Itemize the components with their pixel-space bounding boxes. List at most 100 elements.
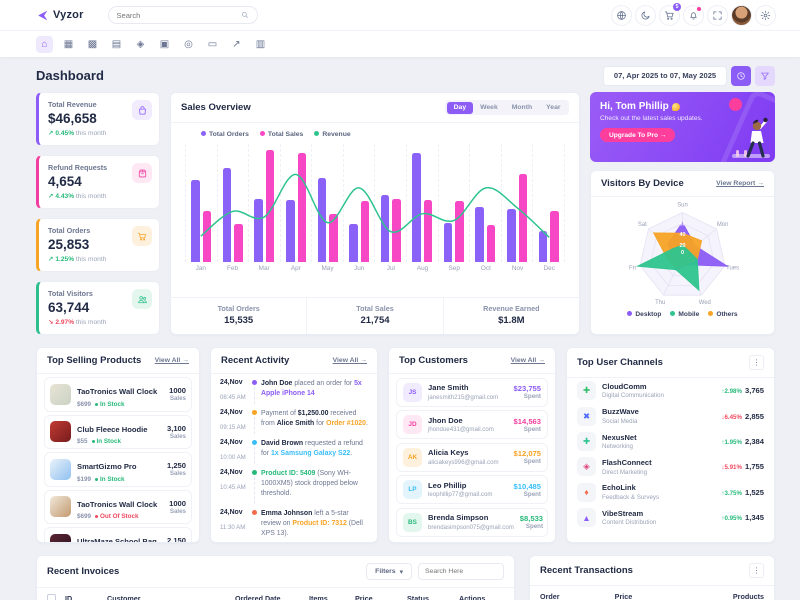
tab-year[interactable]: Year [539, 102, 567, 114]
globe-icon [616, 10, 627, 21]
channel-row[interactable]: ✚CloudCommDigital Communication↑2.98%3,7… [567, 378, 774, 403]
product-row[interactable]: UltraMaze School Bag$99In Stock2,150Sale… [44, 527, 192, 543]
bar-total-sales[interactable] [266, 150, 275, 262]
bar-total-sales[interactable] [455, 201, 464, 262]
bar-total-sales[interactable] [519, 174, 528, 262]
channels-menu-button[interactable]: ⋮ [749, 355, 764, 370]
nav-item-analytics[interactable]: ↗ [228, 36, 245, 53]
customer-avatar: JS [403, 383, 422, 402]
bar-total-sales[interactable] [424, 200, 433, 262]
product-row[interactable]: SmartGizmo Pro$199In Stock1,250Sales [44, 452, 192, 487]
user-avatar[interactable] [731, 5, 752, 26]
product-row[interactable]: TaoTronics Wall Clock$699In Stock1000Sal… [44, 377, 192, 412]
activity-item: 24,Nov09:15 AMPayment of $1,250.00 recei… [211, 404, 377, 434]
nav-item-products[interactable]: ▩ [84, 36, 101, 53]
tab-month[interactable]: Month [505, 102, 539, 114]
products-view-all-link[interactable]: View All → [155, 357, 189, 364]
notifications-button[interactable] [683, 5, 704, 26]
filters-button[interactable]: Filters▾ [366, 563, 412, 580]
invoice-search-input[interactable] [418, 563, 504, 580]
channel-row[interactable]: ♦EchoLinkFeedback & Surveys↑3.75%1,525 [567, 480, 774, 505]
bar-total-orders[interactable] [286, 200, 295, 262]
sales-period-tabs: DayWeekMonthYear [445, 100, 569, 115]
view-report-link[interactable]: View Report → [716, 180, 764, 187]
dark-mode-button[interactable] [635, 5, 656, 26]
customer-row[interactable]: LPLeo Phillipleophillip77@gmail.com$10,4… [396, 475, 548, 504]
bar-group-jun [344, 144, 376, 262]
nav-item-tables[interactable]: ▥ [252, 36, 269, 53]
recent-activity-title: Recent Activity [221, 355, 289, 366]
product-row[interactable]: Club Fleece Hoodie$55In Stock3,100Sales [44, 415, 192, 450]
activity-view-all-link[interactable]: View All → [333, 357, 367, 364]
product-name: SmartGizmo Pro [77, 462, 137, 471]
x-label-dec: Dec [533, 265, 565, 272]
bar-total-orders[interactable] [539, 231, 548, 262]
date-filter-button[interactable] [755, 66, 775, 86]
search-input[interactable] [117, 11, 241, 20]
bar-total-orders[interactable] [191, 180, 200, 262]
channel-row[interactable]: ◈FlashConnectDirect Marketing↓5.91%1,755 [567, 454, 774, 479]
customer-row[interactable]: BSBrenda Simpsonbrendasimpson075@gmail.c… [396, 508, 548, 537]
channel-value: 1,525 [745, 488, 764, 497]
bar-total-sales[interactable] [550, 211, 559, 262]
customer-row[interactable]: AKAlicia Keysaliciakeys996@gmail.com$12,… [396, 443, 548, 472]
date-range-input[interactable]: 07, Apr 2025 to 07, May 2025 [603, 66, 727, 86]
bar-group-nov [502, 144, 534, 262]
bar-group-dec [533, 144, 565, 262]
bar-total-orders[interactable] [507, 209, 516, 262]
customer-spent: $14,563 [514, 417, 541, 426]
nav-item-home[interactable]: ⌂ [36, 36, 53, 53]
bar-total-orders[interactable] [254, 199, 263, 262]
bar-total-sales[interactable] [298, 153, 307, 262]
customers-view-all-link[interactable]: View All → [511, 357, 545, 364]
activity-date: 24,Nov10:45 AM [220, 469, 248, 504]
customer-row[interactable]: JSJane Smithjanesmith215@gmail.com$23,75… [396, 378, 548, 407]
bar-total-sales[interactable] [234, 224, 243, 262]
transactions-menu-button[interactable]: ⋮ [749, 563, 764, 578]
bar-total-orders[interactable] [475, 207, 484, 262]
bar-total-orders[interactable] [349, 224, 358, 262]
bar-group-feb [218, 144, 250, 262]
global-search[interactable] [108, 6, 258, 24]
select-all-checkbox[interactable] [47, 594, 56, 600]
bar-total-orders[interactable] [412, 153, 421, 262]
date-refresh-button[interactable] [731, 66, 751, 86]
tab-week[interactable]: Week [473, 102, 505, 114]
product-row[interactable]: TaoTronics Wall Clock$699Out Of Stock100… [44, 490, 192, 525]
customer-name: Alicia Keys [428, 448, 499, 457]
notification-dot [697, 7, 701, 11]
bar-total-orders[interactable] [223, 168, 232, 262]
header-actions: 5 [611, 5, 776, 26]
nav-item-elements[interactable]: ◈ [132, 36, 149, 53]
stat-card-total-revenue: Total Revenue$46,658↗ 0.45% this month [36, 92, 160, 146]
nav-item-apps[interactable]: ▦ [60, 36, 77, 53]
bar-total-sales[interactable] [203, 211, 212, 262]
fullscreen-button[interactable] [707, 5, 728, 26]
nav-item-jobs[interactable]: ▣ [156, 36, 173, 53]
tab-day[interactable]: Day [447, 102, 473, 114]
nav-item-discover[interactable]: ◎ [180, 36, 197, 53]
activity-item: 24,Nov10:45 AMProduct ID: 5409 (Sony WH-… [211, 464, 377, 504]
bar-total-sales[interactable] [361, 201, 370, 262]
nav-item-wallet[interactable]: ▭ [204, 36, 221, 53]
settings-button[interactable] [755, 5, 776, 26]
bar-total-orders[interactable] [381, 195, 390, 262]
bar-total-sales[interactable] [329, 214, 338, 262]
product-name: UltraMaze School Bag [77, 537, 157, 543]
summary-revenue-earned: Revenue Earned$1.8M [443, 298, 579, 334]
product-list: TaoTronics Wall Clock$699In Stock1000Sal… [37, 377, 199, 543]
channel-row[interactable]: ✚NexusNetNetworking↑1.95%2,384 [567, 429, 774, 454]
bar-total-sales[interactable] [487, 225, 496, 262]
bar-total-orders[interactable] [444, 223, 453, 262]
bar-total-sales[interactable] [392, 199, 401, 262]
cart-button[interactable]: 5 [659, 5, 680, 26]
upgrade-pro-button[interactable]: Upgrade To Pro → [600, 128, 675, 142]
channel-row[interactable]: ✖BuzzWaveSocial Media↓6.45%2,855 [567, 403, 774, 428]
nav-item-pages[interactable]: ▤ [108, 36, 125, 53]
product-image [50, 459, 71, 480]
customer-row[interactable]: JDJhon Doejhondoe431@gmail.com$14,563Spe… [396, 410, 548, 439]
bar-total-orders[interactable] [318, 178, 327, 262]
language-button[interactable] [611, 5, 632, 26]
brand-logo[interactable]: Vyzor [36, 9, 84, 22]
channel-row[interactable]: ▲VibeStreamContent Distribution↑0.95%1,3… [567, 505, 774, 530]
